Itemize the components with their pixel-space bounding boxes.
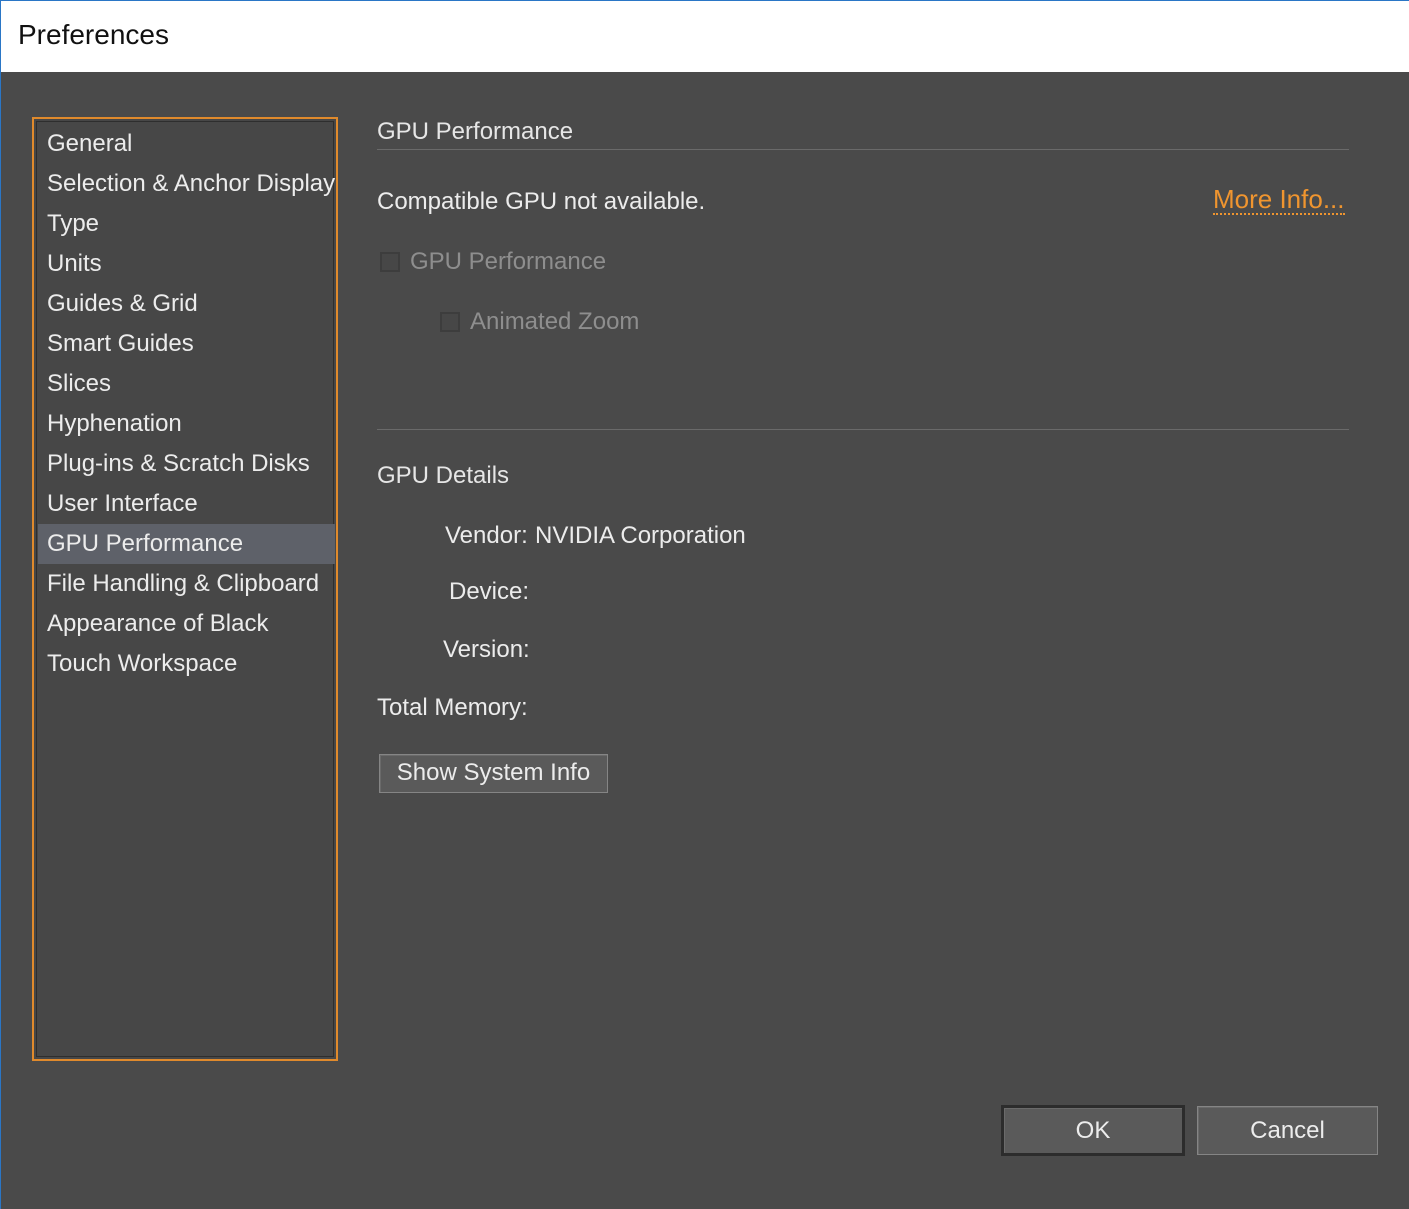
sidebar-item-selection-anchor-display[interactable]: Selection & Anchor Display [38,164,335,204]
animated-zoom-checkbox[interactable] [440,312,460,332]
vendor-label: Vendor: [445,522,528,549]
sidebar-item-guides-grid[interactable]: Guides & Grid [38,284,335,324]
sidebar-list: General Selection & Anchor Display Type … [36,121,335,1057]
show-system-info-button[interactable]: Show System Info [379,754,608,793]
sidebar-item-user-interface[interactable]: User Interface [38,484,335,524]
vendor-value: NVIDIA Corporation [535,522,746,549]
gpu-details-title: GPU Details [377,462,510,489]
sidebar-item-gpu-performance[interactable]: GPU Performance [38,524,335,564]
section-divider [377,149,1349,150]
sidebar-item-type[interactable]: Type [38,204,335,244]
device-label: Device: [449,578,530,605]
ok-button[interactable]: OK [1001,1105,1185,1156]
sidebar-item-file-handling-clipboard[interactable]: File Handling & Clipboard [38,564,335,604]
sidebar-item-hyphenation[interactable]: Hyphenation [38,404,335,444]
preferences-sidebar: General Selection & Anchor Display Type … [32,117,338,1061]
sidebar-item-plugins-scratch-disks[interactable]: Plug-ins & Scratch Disks [38,444,335,484]
sidebar-item-appearance-of-black[interactable]: Appearance of Black [38,604,335,644]
gpu-status-text: Compatible GPU not available. [377,188,706,215]
sidebar-item-general[interactable]: General [38,124,335,164]
more-info-link[interactable]: More Info... [1213,185,1345,215]
section-title: GPU Performance [377,118,574,145]
cancel-button[interactable]: Cancel [1197,1106,1378,1155]
version-label: Version: [443,636,530,663]
sidebar-item-smart-guides[interactable]: Smart Guides [38,324,335,364]
sidebar-item-touch-workspace[interactable]: Touch Workspace [38,644,335,684]
total-memory-label: Total Memory: [377,694,528,721]
preferences-dialog: Preferences General Selection & Anchor D… [0,0,1409,1209]
gpu-performance-checkbox-label: GPU Performance [410,248,607,275]
gpu-performance-checkbox-row[interactable]: GPU Performance [380,247,606,277]
title-bar: Preferences [1,1,1409,72]
details-divider [377,429,1349,430]
gpu-performance-checkbox[interactable] [380,252,400,272]
window-title: Preferences [18,19,169,50]
sidebar-item-units[interactable]: Units [38,244,335,284]
animated-zoom-checkbox-label: Animated Zoom [470,308,640,335]
animated-zoom-checkbox-row[interactable]: Animated Zoom [440,307,639,337]
sidebar-item-slices[interactable]: Slices [38,364,335,404]
